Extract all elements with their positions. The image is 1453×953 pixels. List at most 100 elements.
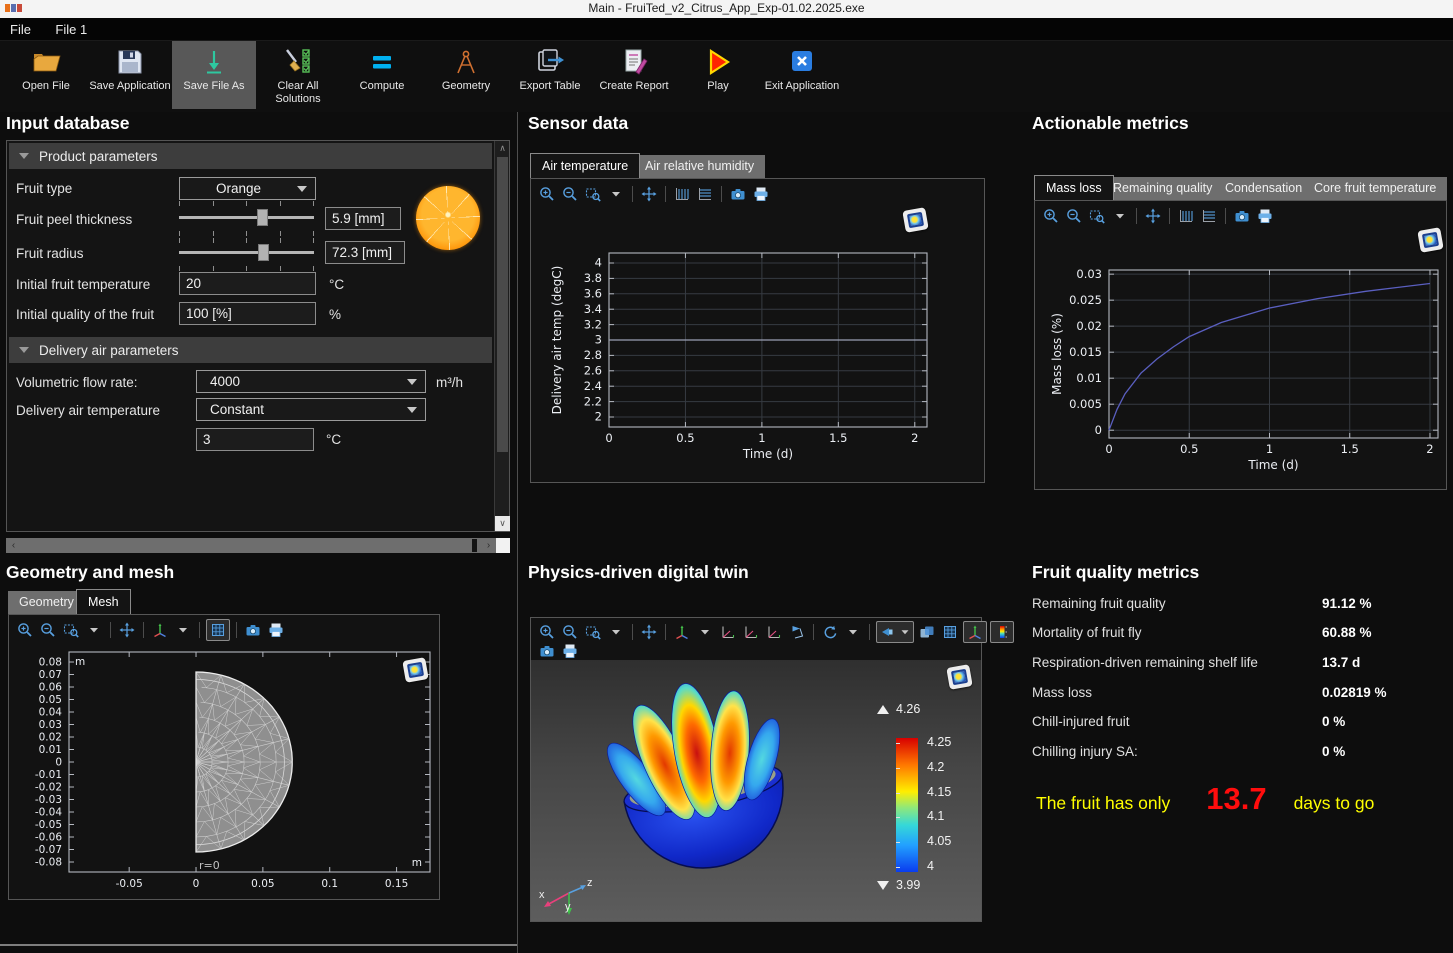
geometry-compass-icon: [451, 44, 481, 80]
zoom-extents-icon[interactable]: [1143, 206, 1163, 226]
grid-icon[interactable]: [940, 622, 960, 642]
tab-core-fruit-temperature[interactable]: Core fruit temperature: [1303, 177, 1447, 200]
show-legend-toggle[interactable]: [990, 621, 1014, 643]
chevron-down-icon[interactable]: [695, 622, 715, 642]
print-icon[interactable]: [266, 620, 286, 640]
initial-quality-input[interactable]: 100 [%]: [179, 302, 316, 325]
chevron-down-icon[interactable]: [843, 622, 863, 642]
tab-geometry[interactable]: Geometry: [8, 591, 85, 614]
scrollbar-corner: [496, 538, 510, 553]
mesh-plot[interactable]: -0.0500.050.10.150.080.070.060.050.040.0…: [9, 646, 439, 898]
zoom-out-icon[interactable]: [1064, 206, 1084, 226]
slider-thumb[interactable]: [258, 244, 269, 261]
mass-loss-chart[interactable]: 00.511.5200.0050.010.0150.020.0250.03Tim…: [1035, 230, 1446, 488]
tab-condensation[interactable]: Condensation: [1214, 177, 1313, 200]
scroll-up-arrow[interactable]: ∧: [495, 141, 510, 156]
zoom-box-icon[interactable]: [1087, 206, 1107, 226]
exit-application-button[interactable]: Exit Application: [760, 41, 844, 109]
volumetric-flow-rate-select[interactable]: 4000: [196, 370, 426, 393]
snapshot-camera-icon[interactable]: [243, 620, 263, 640]
export-table-button[interactable]: Export Table: [508, 41, 592, 109]
fruit-peel-thickness-slider[interactable]: [179, 209, 314, 226]
horizontal-scrollbar[interactable]: ‹ ›: [6, 538, 510, 553]
scroll-down-arrow[interactable]: ∨: [495, 516, 510, 531]
save-file-as-button[interactable]: Save File As: [172, 41, 256, 109]
bottom-splitter[interactable]: [0, 944, 517, 946]
snapshot-camera-icon[interactable]: [1232, 206, 1252, 226]
geometry-button[interactable]: Geometry: [424, 41, 508, 109]
tab-mesh[interactable]: Mesh: [76, 589, 131, 614]
zoom-extents-icon[interactable]: [639, 184, 659, 204]
chevron-down-icon[interactable]: [898, 622, 912, 642]
column-divider[interactable]: [517, 112, 518, 953]
play-button[interactable]: Play: [676, 41, 760, 109]
perspective-icon[interactable]: [787, 622, 807, 642]
zoom-in-icon[interactable]: [537, 184, 557, 204]
tab-remaining-quality[interactable]: Remaining quality: [1102, 177, 1223, 200]
y-axis-log-icon[interactable]: [1176, 206, 1196, 226]
fruit-peel-thickness-value[interactable]: 5.9 [mm]: [325, 207, 401, 230]
product-parameters-header[interactable]: Product parameters: [9, 143, 492, 169]
y-axis-log-icon[interactable]: [672, 184, 692, 204]
print-icon[interactable]: [751, 184, 771, 204]
zoom-in-icon[interactable]: [15, 620, 35, 640]
scrollbar-thumb[interactable]: [21, 538, 481, 553]
x-axis-log-icon[interactable]: [695, 184, 715, 204]
clear-all-solutions-button[interactable]: Clear All Solutions: [256, 41, 340, 109]
rotate-view-icon[interactable]: [820, 622, 840, 642]
chevron-down-icon[interactable]: [84, 620, 104, 640]
chevron-down-icon[interactable]: [1110, 206, 1130, 226]
exit-icon: [787, 44, 817, 80]
slider-ticks: [179, 266, 314, 271]
initial-fruit-temperature-input[interactable]: 20: [179, 272, 316, 295]
sensor-plot-frame: 00.511.5222.22.42.62.833.23.43.63.84Time…: [530, 178, 985, 483]
zoom-in-icon[interactable]: [1041, 206, 1061, 226]
open-file-button[interactable]: Open File: [4, 41, 88, 109]
view-xy-icon[interactable]: [718, 622, 738, 642]
create-report-button[interactable]: Create Report: [592, 41, 676, 109]
tab-mass-loss[interactable]: Mass loss: [1034, 175, 1114, 200]
compute-button[interactable]: Compute: [340, 41, 424, 109]
snapshot-camera-icon[interactable]: [728, 184, 748, 204]
tab-air-temperature[interactable]: Air temperature: [530, 153, 640, 178]
show-axis-toggle[interactable]: [963, 621, 987, 643]
menu-file-1[interactable]: File 1: [45, 18, 97, 41]
delivery-air-parameters-header[interactable]: Delivery air parameters: [9, 337, 492, 363]
zoom-box-icon[interactable]: [583, 622, 603, 642]
delivery-air-temperature-input[interactable]: 3: [196, 428, 314, 451]
scrollbar-thumb[interactable]: [497, 157, 508, 452]
zoom-extents-icon[interactable]: [117, 620, 137, 640]
delivery-air-temperature-select[interactable]: Constant: [196, 398, 426, 421]
view-xz-icon[interactable]: [764, 622, 784, 642]
air-temperature-chart[interactable]: 00.511.5222.22.42.62.833.23.43.63.84Time…: [531, 209, 984, 481]
view-yz-icon[interactable]: [741, 622, 761, 642]
transparency-icon[interactable]: [917, 622, 937, 642]
fruit-radius-slider[interactable]: [179, 244, 314, 261]
scroll-right-arrow[interactable]: ›: [481, 538, 496, 553]
menu-file[interactable]: File: [0, 18, 41, 41]
chevron-down-icon[interactable]: [606, 184, 626, 204]
chevron-down-icon[interactable]: [606, 622, 626, 642]
zoom-out-icon[interactable]: [560, 184, 580, 204]
scroll-left-arrow[interactable]: ‹: [6, 538, 21, 553]
slider-thumb[interactable]: [257, 209, 268, 226]
axis-orientation-icon[interactable]: [672, 622, 692, 642]
tab-air-relative-humidity[interactable]: Air relative humidity: [634, 155, 765, 178]
print-icon[interactable]: [1255, 206, 1275, 226]
axis-orientation-icon[interactable]: [150, 620, 170, 640]
zoom-out-icon[interactable]: [38, 620, 58, 640]
fruit-type-select[interactable]: Orange: [179, 177, 316, 200]
zoom-extents-icon[interactable]: [639, 622, 659, 642]
digital-twin-viewport[interactable]: 4.26 4.254.24.154.14.054 3.99 x y z: [531, 660, 981, 921]
zoom-box-icon[interactable]: [61, 620, 81, 640]
print-icon[interactable]: [560, 641, 580, 661]
x-axis-log-icon[interactable]: [1199, 206, 1219, 226]
snapshot-camera-icon[interactable]: [537, 641, 557, 661]
show-grid-toggle[interactable]: [206, 619, 230, 641]
zoom-box-icon[interactable]: [583, 184, 603, 204]
vertical-scrollbar[interactable]: ∧ ∨: [494, 141, 509, 531]
chevron-down-icon[interactable]: [173, 620, 193, 640]
save-application-button[interactable]: Save Application: [88, 41, 172, 109]
scene-light-toggle[interactable]: [876, 621, 914, 643]
fruit-radius-value[interactable]: 72.3 [mm]: [325, 241, 405, 264]
